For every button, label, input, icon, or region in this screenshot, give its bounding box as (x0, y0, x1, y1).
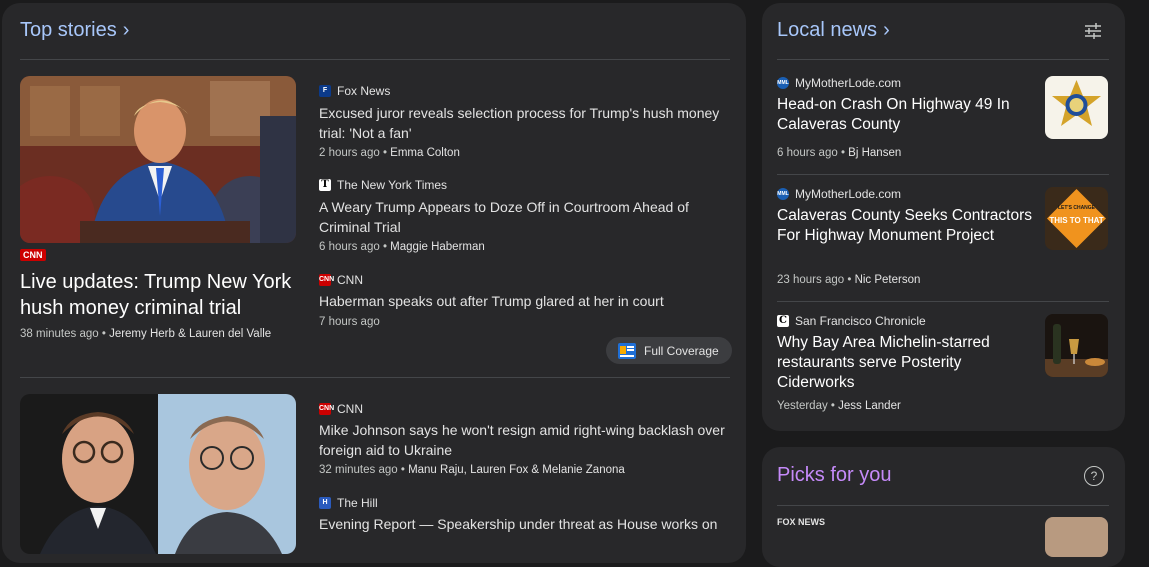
divider (777, 174, 1109, 175)
sign-text-main: THIS TO THAT (1049, 216, 1103, 225)
local-meta: Yesterday • Jess Lander (777, 400, 901, 412)
nyt-logo-icon: T (319, 179, 331, 191)
thumb-picks-first[interactable] (1045, 517, 1108, 557)
story-author: Manu Raju, Lauren Fox & Melanie Zanona (408, 464, 625, 476)
source-fox-news[interactable]: F Fox News (319, 84, 390, 98)
story-time: 6 hours ago (319, 241, 380, 253)
story-headline[interactable]: Excused juror reveals selection process … (319, 104, 729, 143)
source-name: MyMotherLode.com (795, 187, 902, 201)
story-headline[interactable]: Mike Johnson says he won't resign amid r… (319, 421, 734, 460)
thumb-restaurant-cider[interactable] (1045, 314, 1108, 377)
story-headline[interactable]: Haberman speaks out after Trump glared a… (319, 292, 729, 312)
story-time: 32 minutes ago (319, 464, 398, 476)
story-headline[interactable]: A Weary Trump Appears to Doze Off in Cou… (319, 198, 729, 237)
story-author: Maggie Haberman (390, 241, 485, 253)
lead-time: 38 minutes ago (20, 328, 99, 340)
local-meta: 23 hours ago • Nic Peterson (777, 274, 921, 286)
story-meta: 6 hours ago • Maggie Haberman (319, 241, 485, 253)
lead-headline[interactable]: Live updates: Trump New York hush money … (20, 269, 300, 321)
story-time: 6 hours ago (777, 147, 838, 159)
story-time: 7 hours ago (319, 316, 380, 328)
local-headline[interactable]: Head-on Crash On Highway 49 In Calaveras… (777, 95, 1032, 135)
top-stories-panel: Top stories › CNN Live updates: Trump New… (2, 3, 746, 563)
top-stories-header[interactable]: Top stories › (20, 19, 129, 42)
source-fox-news[interactable]: FOX NEWS (777, 517, 825, 527)
cnn-logo-icon: CNN (319, 274, 334, 286)
story-author: Jess Lander (838, 400, 901, 412)
the-hill-logo-icon: H (319, 497, 331, 509)
cnn-logo-icon: CNN (319, 403, 334, 415)
tune-settings-icon[interactable] (1085, 23, 1101, 39)
thumb-lets-change-sign[interactable]: LET'S CHANGE THIS TO THAT (1045, 187, 1108, 250)
source-mymotherlode[interactable]: MML MyMotherLode.com (777, 76, 901, 90)
chevron-right-icon[interactable]: › (883, 19, 890, 41)
story-time: 23 hours ago (777, 274, 845, 286)
source-name: San Francisco Chronicle (795, 314, 926, 328)
source-name: The New York Times (337, 178, 448, 192)
lead-author: Jeremy Herb & Lauren del Valle (109, 328, 272, 340)
source-sf-chronicle[interactable]: C San Francisco Chronicle (777, 314, 926, 328)
source-cnn[interactable]: CNN CNN (319, 273, 363, 287)
thumb-chp-badge[interactable] (1045, 76, 1108, 139)
local-news-header[interactable]: Local news › (777, 19, 890, 42)
story-time: 2 hours ago (319, 147, 380, 159)
story-meta: 32 minutes ago • Manu Raju, Lauren Fox &… (319, 464, 625, 476)
story-meta: 2 hours ago • Emma Colton (319, 147, 460, 159)
story-author: Nic Peterson (854, 274, 921, 286)
full-coverage-label: Full Coverage (644, 343, 719, 358)
source-name: CNN (337, 402, 363, 416)
sf-chronicle-logo-icon: C (777, 315, 789, 327)
sign-text-top: LET'S CHANGE (1058, 205, 1096, 211)
source-the-hill[interactable]: H The Hill (319, 496, 378, 510)
lead-image-johnson-massie[interactable] (20, 394, 296, 554)
local-news-title[interactable]: Local news (777, 19, 877, 41)
source-name: Fox News (337, 84, 391, 98)
divider (20, 377, 730, 378)
top-stories-title[interactable]: Top stories (20, 19, 117, 41)
divider (777, 301, 1109, 302)
chevron-right-icon[interactable]: › (123, 19, 130, 41)
source-nyt[interactable]: T The New York Times (319, 178, 447, 192)
lead-meta: 38 minutes ago • Jeremy Herb & Lauren de… (20, 328, 272, 340)
mymotherlode-logo-icon: MML (777, 188, 789, 200)
source-name: The Hill (337, 496, 378, 510)
story-author: Bj Hansen (848, 147, 902, 159)
picks-for-you-panel: Picks for you ? FOX NEWS (762, 447, 1125, 567)
story-author: Emma Colton (390, 147, 460, 159)
lead-image-trump[interactable] (20, 76, 296, 243)
mymotherlode-logo-icon: MML (777, 77, 789, 89)
story-time: Yesterday (777, 400, 828, 412)
source-name: MyMotherLode.com (795, 76, 902, 90)
local-headline[interactable]: Why Bay Area Michelin-starred restaurant… (777, 333, 1032, 393)
local-headline[interactable]: Calaveras County Seeks Contractors For H… (777, 206, 1032, 246)
divider (777, 59, 1109, 60)
story-meta: 7 hours ago (319, 316, 380, 328)
help-icon[interactable]: ? (1084, 466, 1104, 486)
fox-news-logo-icon: F (319, 85, 331, 97)
source-mymotherlode[interactable]: MML MyMotherLode.com (777, 187, 901, 201)
full-coverage-icon (618, 342, 636, 359)
full-coverage-button[interactable]: Full Coverage (606, 337, 732, 364)
picks-title[interactable]: Picks for you (777, 464, 891, 487)
source-cnn[interactable]: CNN CNN (319, 402, 363, 416)
cnn-logo-badge: CNN (20, 249, 46, 261)
divider (20, 59, 730, 60)
local-meta: 6 hours ago • Bj Hansen (777, 147, 902, 159)
local-news-panel: Local news › MML MyMotherLode.com Head-on… (762, 3, 1125, 431)
source-name: CNN (337, 273, 363, 287)
divider (777, 505, 1109, 506)
